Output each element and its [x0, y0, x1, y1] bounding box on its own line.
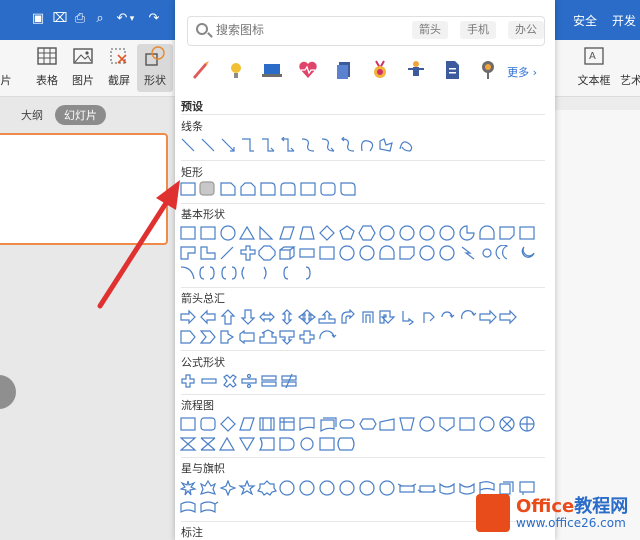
office-logo-icon [476, 494, 510, 532]
watermark-brand-b: 教程网 [574, 496, 629, 517]
watermark: Office教程网 www.office26.com [472, 492, 640, 540]
app-window: ▣ ⌧ ⎙ ⌕ ↶ ▾ ↷ 安全 开发 片 表格 图片 截屏 形状 A 文本框 … [0, 0, 640, 540]
annotation-arrow [97, 180, 180, 309]
watermark-url: www.office26.com [516, 516, 626, 530]
watermark-brand: Office教程网 [516, 492, 628, 518]
watermark-brand-a: Office [516, 496, 575, 517]
